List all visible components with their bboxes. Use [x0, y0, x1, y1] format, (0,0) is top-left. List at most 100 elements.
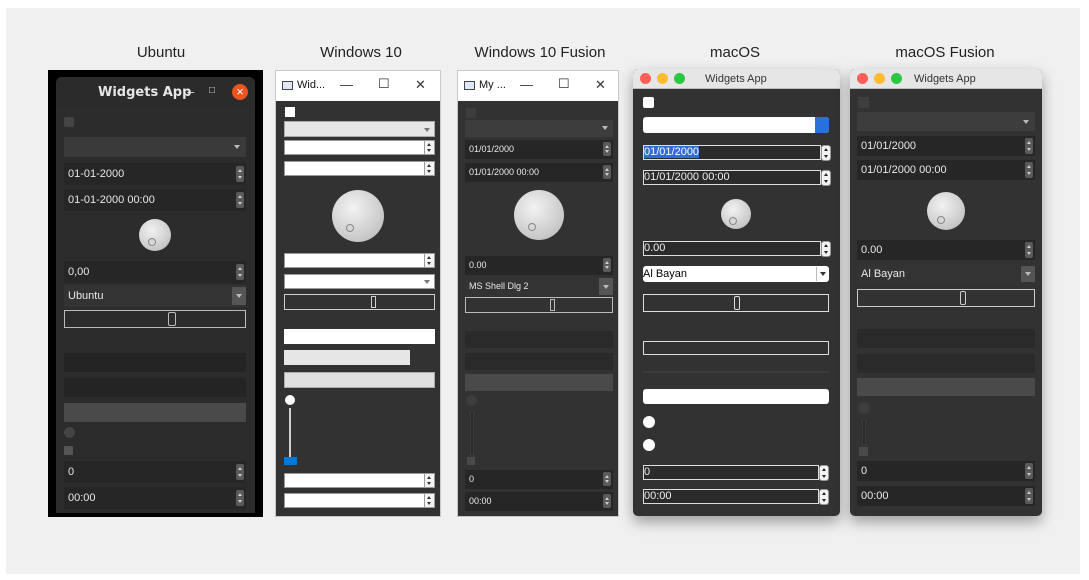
- datetime-edit[interactable]: 01/01/2000 00:00: [643, 170, 831, 186]
- close-icon[interactable]: [857, 73, 868, 84]
- font-combo-box[interactable]: Al Bayan: [643, 266, 829, 282]
- spin-arrows-icon[interactable]: [236, 264, 244, 280]
- spin-arrows-icon[interactable]: [236, 166, 244, 182]
- slider-handle[interactable]: [467, 457, 475, 465]
- int-spinbox[interactable]: [284, 473, 435, 488]
- close-icon[interactable]: ✕: [415, 77, 426, 93]
- combo-box[interactable]: [857, 112, 1035, 131]
- scroll-handle[interactable]: [371, 296, 376, 308]
- horizontal-scrollbar[interactable]: [64, 310, 246, 328]
- int-spinbox[interactable]: 0: [64, 461, 246, 483]
- spin-arrows-icon[interactable]: [821, 145, 831, 161]
- line-edit[interactable]: [857, 329, 1035, 348]
- line-edit[interactable]: [465, 331, 613, 348]
- maximize-icon[interactable]: ☐: [378, 76, 390, 92]
- font-combo-box[interactable]: [284, 274, 435, 289]
- title-bar[interactable]: Widgets App – □ ×: [56, 77, 255, 109]
- dial-knob[interactable]: [721, 199, 751, 229]
- push-button[interactable]: [465, 374, 613, 391]
- combo-box[interactable]: [284, 121, 435, 137]
- date-edit[interactable]: 01-01-2000: [64, 163, 246, 185]
- time-edit[interactable]: 00:00: [465, 492, 613, 511]
- spin-arrows-icon[interactable]: [603, 165, 611, 179]
- int-spinbox[interactable]: 0: [465, 470, 613, 489]
- spin-arrows-icon[interactable]: [821, 241, 831, 257]
- checkbox[interactable]: [466, 108, 476, 118]
- horizontal-scrollbar[interactable]: [857, 289, 1035, 307]
- minimize-icon[interactable]: –: [187, 84, 194, 99]
- scroll-handle[interactable]: [168, 312, 176, 326]
- double-spinbox[interactable]: 0.00: [465, 256, 613, 275]
- combo-box[interactable]: [643, 117, 829, 133]
- double-spinbox[interactable]: [284, 253, 435, 268]
- combo-box[interactable]: [465, 120, 613, 137]
- minimize-icon[interactable]: —: [340, 77, 353, 92]
- line-edit[interactable]: [64, 353, 246, 372]
- close-icon[interactable]: [640, 73, 651, 84]
- vertical-slider-track[interactable]: [289, 408, 291, 458]
- vertical-slider-track[interactable]: [470, 411, 474, 456]
- title-bar[interactable]: My ... — ☐ ✕: [458, 71, 618, 101]
- time-edit[interactable]: 00:00: [64, 487, 246, 509]
- checkbox[interactable]: [64, 446, 73, 455]
- spin-arrows-icon[interactable]: [424, 162, 434, 175]
- maximize-icon[interactable]: □: [209, 85, 215, 96]
- minimize-icon[interactable]: —: [520, 77, 533, 92]
- vertical-slider-track[interactable]: [862, 419, 866, 446]
- scroll-handle[interactable]: [734, 296, 740, 310]
- radio-button[interactable]: [64, 427, 75, 438]
- scroll-handle[interactable]: [550, 299, 555, 311]
- horizontal-scrollbar[interactable]: [643, 294, 829, 312]
- checkbox[interactable]: [858, 97, 869, 108]
- maximize-icon[interactable]: ☐: [558, 76, 570, 92]
- checkbox[interactable]: [64, 117, 74, 127]
- dial-knob[interactable]: [514, 190, 564, 240]
- radio-button[interactable]: [858, 402, 870, 414]
- text-edit[interactable]: [857, 354, 1035, 373]
- time-edit[interactable]: [284, 493, 435, 508]
- text-edit[interactable]: [465, 353, 613, 370]
- spin-arrows-icon[interactable]: [1025, 488, 1033, 504]
- radio-button[interactable]: [285, 395, 295, 405]
- int-spinbox[interactable]: 0: [643, 465, 829, 481]
- date-edit[interactable]: [284, 140, 435, 155]
- combo-box[interactable]: [64, 137, 246, 157]
- spin-arrows-icon[interactable]: [821, 170, 831, 186]
- spin-arrows-icon[interactable]: [424, 141, 434, 154]
- close-icon[interactable]: ×: [232, 84, 248, 100]
- spin-arrows-icon[interactable]: [236, 464, 244, 480]
- spin-arrows-icon[interactable]: [1025, 138, 1033, 154]
- spin-arrows-icon[interactable]: [424, 474, 434, 487]
- close-icon[interactable]: ✕: [595, 77, 606, 93]
- push-button[interactable]: [643, 389, 829, 404]
- spin-arrows-icon[interactable]: [236, 490, 244, 506]
- radio-button[interactable]: [466, 395, 477, 406]
- datetime-edit[interactable]: 01/01/2000 00:00: [465, 163, 613, 182]
- text-edit[interactable]: [64, 378, 246, 397]
- slider-handle[interactable]: [859, 447, 868, 456]
- horizontal-scrollbar[interactable]: [284, 294, 435, 310]
- radio-button[interactable]: [643, 416, 655, 428]
- dial-knob[interactable]: [139, 219, 171, 251]
- checkbox[interactable]: [285, 107, 295, 117]
- line-edit[interactable]: [284, 329, 435, 344]
- spin-arrows-icon[interactable]: [819, 465, 829, 481]
- double-spinbox[interactable]: 0.00: [643, 241, 831, 257]
- minimize-icon[interactable]: [874, 73, 885, 84]
- slider-handle[interactable]: [284, 457, 297, 465]
- double-spinbox[interactable]: 0.00: [857, 240, 1035, 260]
- line-edit[interactable]: [643, 341, 829, 355]
- time-edit[interactable]: 00:00: [857, 486, 1035, 506]
- spin-arrows-icon[interactable]: [603, 494, 611, 508]
- horizontal-scrollbar[interactable]: [465, 297, 613, 313]
- font-combo-box[interactable]: Ubuntu: [64, 285, 246, 307]
- datetime-edit[interactable]: [284, 161, 435, 176]
- checkbox[interactable]: [643, 97, 654, 108]
- spin-arrows-icon[interactable]: [603, 472, 611, 486]
- dial-knob[interactable]: [332, 190, 384, 242]
- minimize-icon[interactable]: [657, 73, 668, 84]
- int-spinbox[interactable]: 0: [857, 461, 1035, 481]
- font-combo-box[interactable]: MS Shell Dlg 2: [465, 277, 613, 296]
- push-button[interactable]: [284, 372, 435, 388]
- dial-knob[interactable]: [927, 192, 965, 230]
